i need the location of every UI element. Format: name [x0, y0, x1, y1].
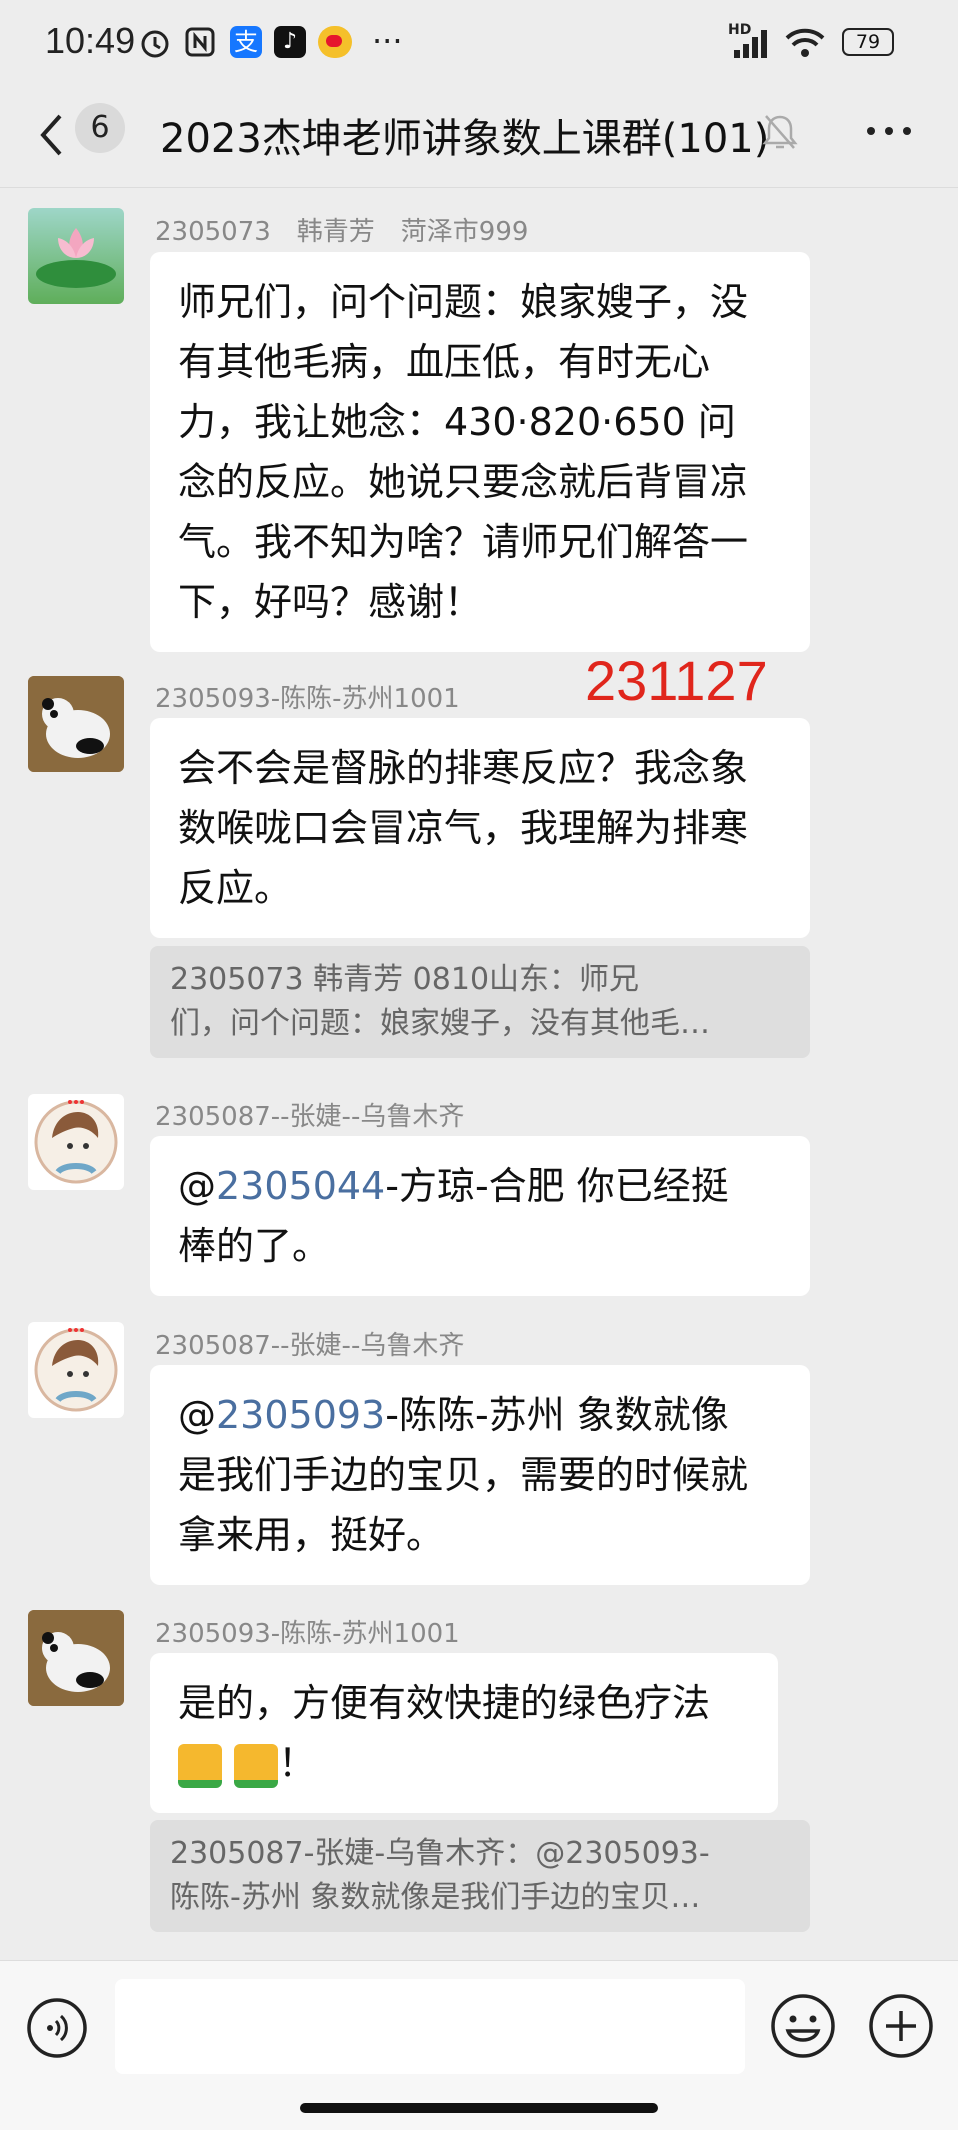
- girl-icon: [34, 1100, 118, 1184]
- panda-icon: [28, 676, 124, 772]
- message-line: 棒的了。: [178, 1224, 331, 1268]
- quote-line: 陈陈-苏州 象数就像是我们手边的宝贝…: [170, 1880, 701, 1915]
- message-bubble[interactable]: 师兄们，问个问题：娘家嫂子，没 有其他毛病，血压低，有时无心 力，我让她念：43…: [150, 252, 810, 652]
- message-line: 数喉咙口会冒凉气，我理解为排寒: [178, 806, 749, 850]
- status-time: 10:49: [45, 20, 136, 61]
- mention-link[interactable]: 2305044: [216, 1164, 385, 1208]
- alipay-icon: 支: [230, 26, 262, 58]
- chat-header: 2023杰坤老师讲象数上课群(101): [0, 90, 958, 188]
- sender-name: 2305093-陈陈-苏州1001: [155, 684, 460, 714]
- panda-avatar[interactable]: [28, 676, 124, 772]
- unread-count-badge[interactable]: 6: [75, 103, 125, 153]
- thumbs-up-icon: [178, 1743, 222, 1788]
- red-number-annotation: 231127: [585, 649, 768, 712]
- quote-line: 2305087-张婕-乌鲁木齐：@2305093-: [170, 1836, 710, 1871]
- panda-avatar[interactable]: [28, 1610, 124, 1706]
- lotus-icon: [36, 228, 116, 288]
- sender-name: 2305093-陈陈-苏州1001: [155, 1619, 460, 1649]
- signal-icon: [734, 30, 767, 58]
- message-line: 有其他毛病，血压低，有时无心: [178, 340, 711, 384]
- message-bubble[interactable]: 会不会是督脉的排寒反应？我念象 数喉咙口会冒凉气，我理解为排寒 反应。: [150, 718, 810, 938]
- sender-name: 2305073 韩青芳 菏泽市999: [155, 217, 529, 247]
- girl-avatar[interactable]: [28, 1094, 124, 1190]
- message-bubble[interactable]: @2305044-方琼-合肥 你已经挺 棒的了。: [150, 1136, 810, 1296]
- message-line: 念的反应。她说只要念就后背冒凉: [178, 460, 749, 504]
- plus-icon[interactable]: [868, 1993, 934, 2059]
- battery-level: 79: [855, 31, 881, 53]
- quoted-message[interactable]: 2305073 韩青芳 0810山东：师兄 们，问个问题：娘家嫂子，没有其他毛…: [150, 946, 810, 1058]
- status-bar: 10:49 支 ♪ ··· HD 79: [0, 0, 958, 90]
- message-line: 是的，方便有效快捷的绿色疗法: [178, 1681, 711, 1725]
- panda-icon: [28, 1610, 124, 1706]
- message-line: @2305044-方琼-合肥 你已经挺: [178, 1164, 729, 1208]
- thumbs-up-icon: [234, 1743, 279, 1788]
- message-line: 下，好吗？感谢！: [178, 580, 483, 624]
- message-bubble[interactable]: @2305093-陈陈-苏州 象数就像 是我们手边的宝贝，需要的时候就 拿来用，…: [150, 1365, 810, 1585]
- message-bubble[interactable]: 是的，方便有效快捷的绿色疗法 ！: [150, 1653, 778, 1813]
- message-line: 是我们手边的宝贝，需要的时候就: [178, 1453, 749, 1497]
- weibo-icon: [318, 26, 352, 58]
- message-text: -方琼-合肥 你已经挺: [385, 1164, 729, 1208]
- input-bar: [0, 1960, 958, 2130]
- battery-icon: 79: [842, 28, 894, 56]
- more-menu-icon[interactable]: [864, 124, 914, 138]
- voice-icon[interactable]: [26, 1997, 88, 2059]
- girl-avatar[interactable]: [28, 1322, 124, 1418]
- sender-name: 2305087--张婕--乌鲁木齐: [155, 1102, 465, 1132]
- message-text: -陈陈-苏州 象数就像: [385, 1393, 729, 1437]
- nfc-icon: [185, 27, 215, 57]
- alarm-icon: [141, 30, 169, 58]
- message-line: 会不会是督脉的排寒反应？我念象: [178, 746, 749, 790]
- quote-line: 2305073 韩青芳 0810山东：师兄: [170, 962, 640, 997]
- message-line: 师兄们，问个问题：娘家嫂子，没: [178, 280, 749, 324]
- message-line: 气。我不知为啥？请师兄们解答一: [178, 520, 749, 564]
- home-indicator[interactable]: [300, 2103, 658, 2113]
- quoted-message[interactable]: 2305087-张婕-乌鲁木齐：@2305093- 陈陈-苏州 象数就像是我们手…: [150, 1820, 810, 1932]
- message-line: 反应。: [178, 866, 293, 910]
- quote-line: 们，问个问题：娘家嫂子，没有其他毛…: [170, 1006, 710, 1041]
- message-line: 拿来用，挺好。: [178, 1513, 445, 1557]
- tiktok-icon: ♪: [274, 26, 306, 58]
- message-text: ！: [278, 1741, 317, 1785]
- lotus-avatar[interactable]: [28, 208, 124, 304]
- message-line: @2305093-陈陈-苏州 象数就像: [178, 1393, 729, 1437]
- sender-name: 2305087--张婕--乌鲁木齐: [155, 1331, 465, 1361]
- more-status-icon: ···: [372, 22, 403, 60]
- message-line: 力，我让她念：430·820·650 问: [178, 400, 736, 444]
- message-line: ！: [178, 1733, 750, 1793]
- message-input[interactable]: [115, 1979, 745, 2074]
- wifi-icon: [785, 28, 825, 57]
- muted-bell-icon: [762, 115, 798, 149]
- emoji-icon[interactable]: [770, 1993, 836, 2059]
- mention-link[interactable]: 2305093: [216, 1393, 385, 1437]
- girl-icon: [34, 1328, 118, 1412]
- group-title: 2023杰坤老师讲象数上课群(101): [160, 116, 770, 162]
- back-arrow-icon[interactable]: [36, 110, 66, 160]
